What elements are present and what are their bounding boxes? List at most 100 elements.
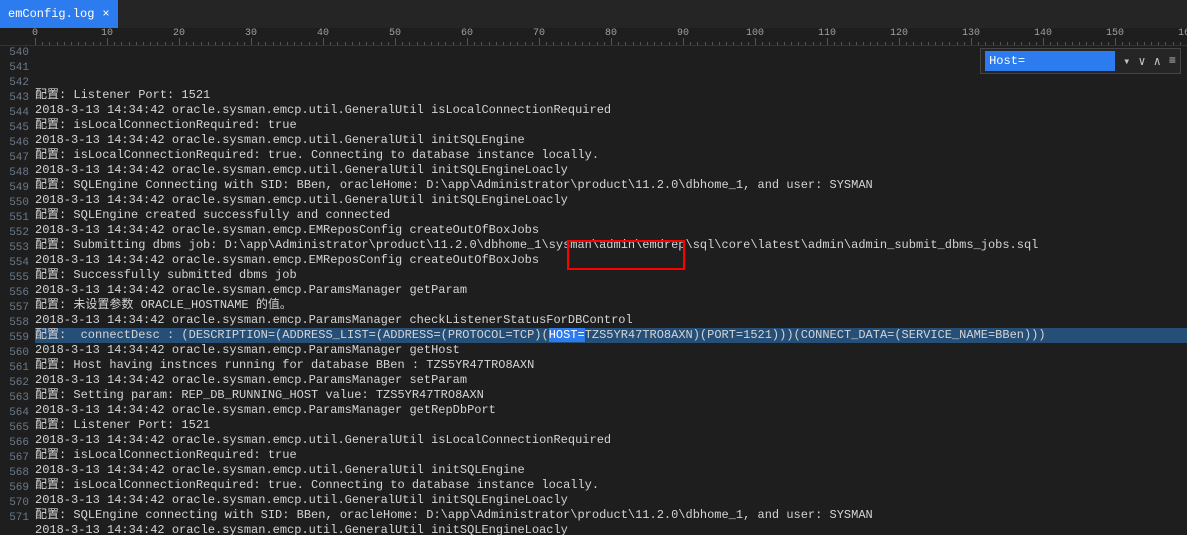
line-number: 541 xyxy=(0,61,29,76)
line-number: 551 xyxy=(0,211,29,226)
line-number: 569 xyxy=(0,481,29,496)
line-number: 558 xyxy=(0,316,29,331)
line-number: 565 xyxy=(0,421,29,436)
ruler-tick xyxy=(827,38,828,46)
ruler-tick xyxy=(323,38,324,46)
line-number: 540 xyxy=(0,46,29,61)
code-line: 配置: Listener Port: 1521 xyxy=(35,418,1187,433)
line-number: 543 xyxy=(0,91,29,106)
ruler-label: 10 xyxy=(101,28,113,39)
search-match-active: HOST= xyxy=(549,328,585,342)
code-line: 2018-3-13 14:34:42 oracle.sysman.emcp.Pa… xyxy=(35,373,1187,388)
ruler-label: 160 xyxy=(1178,28,1187,39)
ruler-tick xyxy=(35,38,36,46)
editor-area: 5405415425435445455465475485495505515525… xyxy=(0,46,1187,535)
search-next-icon[interactable]: ∨ xyxy=(1134,52,1149,71)
line-number: 545 xyxy=(0,121,29,136)
code-line: 配置: Submitting dbms job: D:\app\Administ… xyxy=(35,238,1187,253)
ruler-tick xyxy=(179,38,180,46)
line-number: 567 xyxy=(0,451,29,466)
ruler-label: 20 xyxy=(173,28,185,39)
ruler-label: 150 xyxy=(1106,28,1124,39)
search-menu-icon[interactable]: ≡ xyxy=(1165,52,1180,70)
ruler-tick xyxy=(755,38,756,46)
line-number: 550 xyxy=(0,196,29,211)
code-line: 配置: SQLEngine connecting with SID: BBen,… xyxy=(35,508,1187,523)
line-number: 571 xyxy=(0,511,29,526)
line-number: 548 xyxy=(0,166,29,181)
ruler: 0102030405060708090100110120130140150160 xyxy=(0,28,1187,46)
ruler-label: 70 xyxy=(533,28,545,39)
ruler-tick xyxy=(611,38,612,46)
code-line: 2018-3-13 14:34:42 oracle.sysman.emcp.ut… xyxy=(35,523,1187,535)
ruler-label: 100 xyxy=(746,28,764,39)
code-line: 2018-3-13 14:34:42 oracle.sysman.emcp.EM… xyxy=(35,223,1187,238)
code-line: 2018-3-13 14:34:42 oracle.sysman.emcp.ut… xyxy=(35,193,1187,208)
code-line: 2018-3-13 14:34:42 oracle.sysman.emcp.ut… xyxy=(35,103,1187,118)
ruler-tick xyxy=(1115,38,1116,46)
ruler-label: 120 xyxy=(890,28,908,39)
ruler-tick xyxy=(107,38,108,46)
ruler-label: 80 xyxy=(605,28,617,39)
search-widget: ▾ ∨ ∧ ≡ xyxy=(980,48,1181,74)
code-line: 2018-3-13 14:34:42 oracle.sysman.emcp.ut… xyxy=(35,493,1187,508)
line-number: 552 xyxy=(0,226,29,241)
ruler-tick xyxy=(971,38,972,46)
ruler-tick xyxy=(539,38,540,46)
line-number: 560 xyxy=(0,346,29,361)
ruler-label: 40 xyxy=(317,28,329,39)
line-number: 557 xyxy=(0,301,29,316)
ruler-label: 50 xyxy=(389,28,401,39)
ruler-tick xyxy=(467,38,468,46)
ruler-label: 90 xyxy=(677,28,689,39)
ruler-label: 30 xyxy=(245,28,257,39)
code-line: 配置: 未设置参数 ORACLE_HOSTNAME 的值。 xyxy=(35,298,1187,313)
code-line: 配置: connectDesc : (DESCRIPTION=(ADDRESS_… xyxy=(35,328,1187,343)
code-line: 配置: isLocalConnectionRequired: true xyxy=(35,448,1187,463)
code-content[interactable]: 配置: Listener Port: 15212018-3-13 14:34:4… xyxy=(35,46,1187,535)
line-number-gutter: 5405415425435445455465475485495505515525… xyxy=(0,46,35,535)
search-dropdown-icon[interactable]: ▾ xyxy=(1119,52,1134,71)
line-number: 542 xyxy=(0,76,29,91)
line-number: 555 xyxy=(0,271,29,286)
line-number: 564 xyxy=(0,406,29,421)
code-line: 配置: Successfully submitted dbms job xyxy=(35,268,1187,283)
code-line: 2018-3-13 14:34:42 oracle.sysman.emcp.ut… xyxy=(35,163,1187,178)
ruler-tick xyxy=(395,38,396,46)
code-line: 2018-3-13 14:34:42 oracle.sysman.emcp.ut… xyxy=(35,433,1187,448)
search-input[interactable] xyxy=(985,51,1115,71)
code-line: 配置: Listener Port: 1521 xyxy=(35,88,1187,103)
ruler-label: 140 xyxy=(1034,28,1052,39)
code-line: 配置: Setting param: REP_DB_RUNNING_HOST v… xyxy=(35,388,1187,403)
code-line: 配置: SQLEngine Connecting with SID: BBen,… xyxy=(35,178,1187,193)
code-line: 2018-3-13 14:34:42 oracle.sysman.emcp.ut… xyxy=(35,463,1187,478)
code-line: 2018-3-13 14:34:42 oracle.sysman.emcp.EM… xyxy=(35,253,1187,268)
tab-title: emConfig.log xyxy=(8,7,94,21)
code-line: 配置: Host having instnces running for dat… xyxy=(35,358,1187,373)
search-prev-icon[interactable]: ∧ xyxy=(1150,52,1165,71)
line-number: 549 xyxy=(0,181,29,196)
line-number: 562 xyxy=(0,376,29,391)
code-line: 2018-3-13 14:34:42 oracle.sysman.emcp.Pa… xyxy=(35,343,1187,358)
ruler-label: 0 xyxy=(32,28,38,39)
ruler-label: 110 xyxy=(818,28,836,39)
code-line: 2018-3-13 14:34:42 oracle.sysman.emcp.ut… xyxy=(35,133,1187,148)
line-number: 561 xyxy=(0,361,29,376)
ruler-tick xyxy=(683,38,684,46)
code-line: 配置: isLocalConnectionRequired: true xyxy=(35,118,1187,133)
line-number: 568 xyxy=(0,466,29,481)
code-line: 配置: isLocalConnectionRequired: true. Con… xyxy=(35,148,1187,163)
line-number: 570 xyxy=(0,496,29,511)
code-line: 2018-3-13 14:34:42 oracle.sysman.emcp.Pa… xyxy=(35,313,1187,328)
line-number: 547 xyxy=(0,151,29,166)
tab-bar: emConfig.log × xyxy=(0,0,1187,28)
code-line: 2018-3-13 14:34:42 oracle.sysman.emcp.Pa… xyxy=(35,283,1187,298)
code-line: 配置: SQLEngine created successfully and c… xyxy=(35,208,1187,223)
line-number: 554 xyxy=(0,256,29,271)
line-number: 544 xyxy=(0,106,29,121)
file-tab[interactable]: emConfig.log × xyxy=(0,0,118,28)
ruler-label: 60 xyxy=(461,28,473,39)
close-icon[interactable]: × xyxy=(102,7,109,21)
line-number: 556 xyxy=(0,286,29,301)
line-number: 563 xyxy=(0,391,29,406)
